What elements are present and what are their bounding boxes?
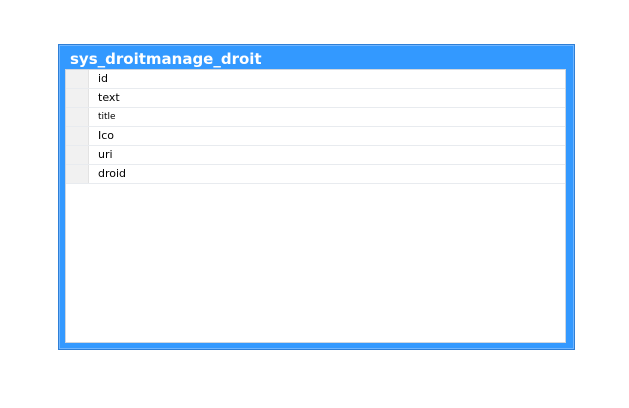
table-title: sys_droitmanage_droit [70,50,262,68]
field-name: uri [98,148,113,161]
row-handle[interactable] [66,108,89,126]
field-row-text[interactable]: text [66,89,565,108]
row-handle[interactable] [66,165,89,183]
table-window[interactable]: sys_droitmanage_droit id text title Ico … [58,44,575,350]
field-row-uri[interactable]: uri [66,146,565,165]
field-name: droid [98,167,127,180]
field-row-id[interactable]: id [66,70,565,89]
field-name: title [98,112,116,122]
row-handle[interactable] [66,70,89,88]
row-handle[interactable] [66,127,89,145]
field-name: text [98,91,120,104]
row-handle[interactable] [66,146,89,164]
field-list: id text title Ico uri droid [65,69,566,343]
field-row-droid[interactable]: droid [66,165,565,184]
field-name: Ico [98,129,115,142]
field-row-title[interactable]: title [66,108,565,127]
field-row-ico[interactable]: Ico [66,127,565,146]
row-handle[interactable] [66,89,89,107]
field-name: id [98,72,109,85]
